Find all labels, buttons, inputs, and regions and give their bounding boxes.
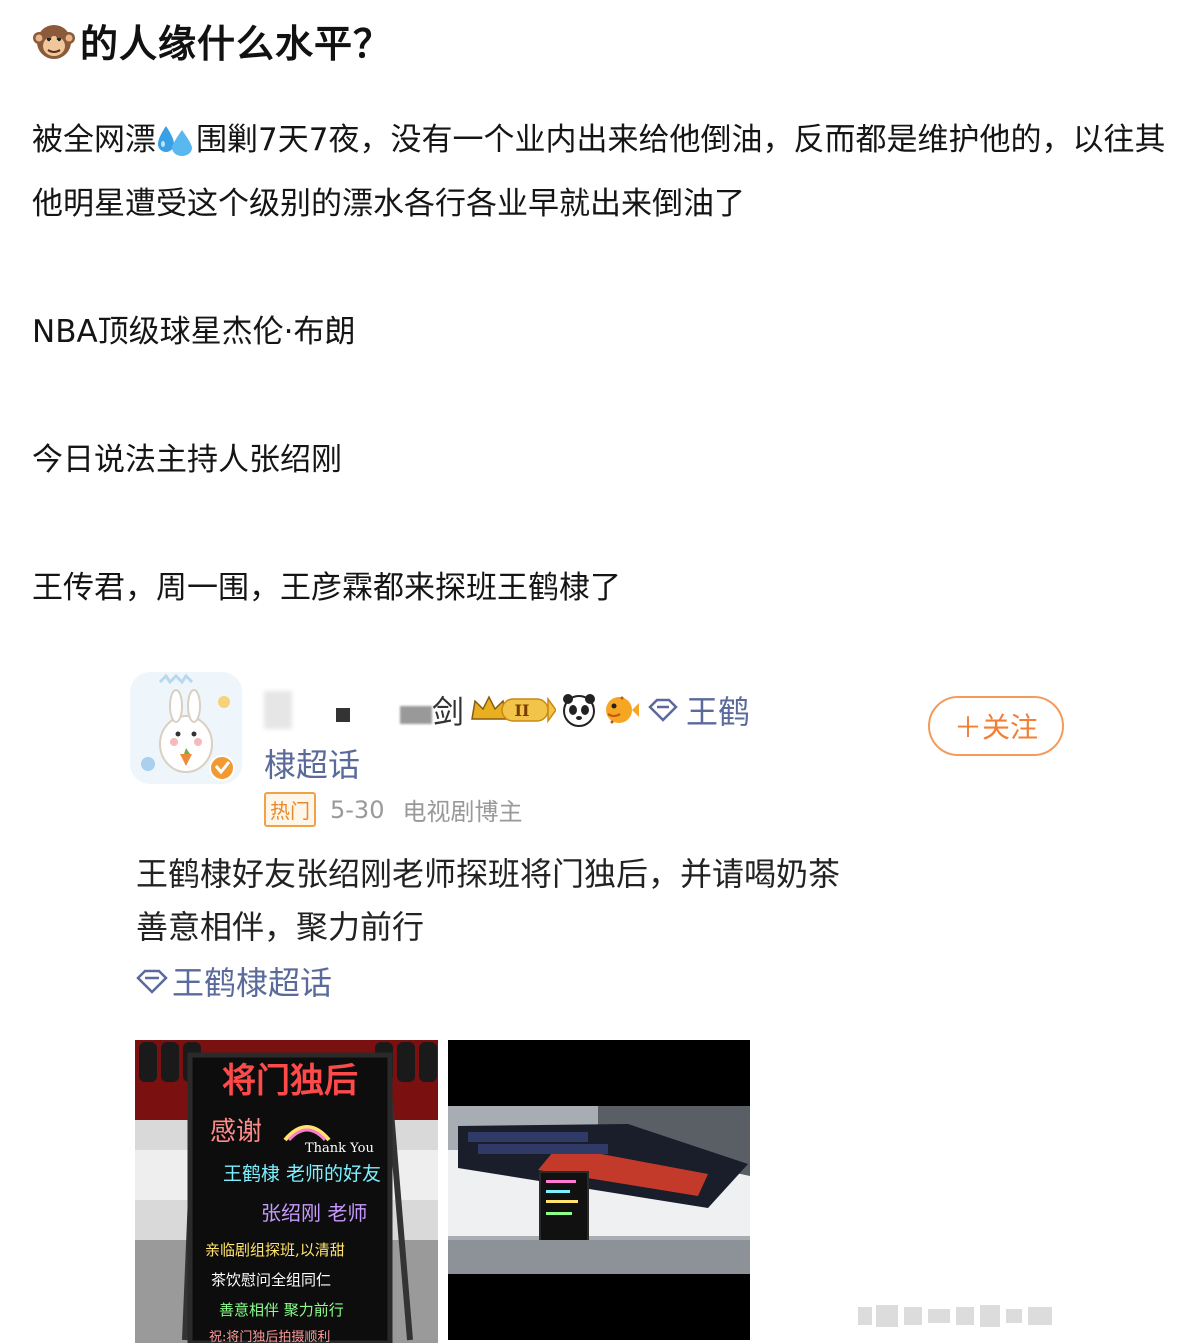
post-meta: 热门 5-30 电视剧博主 [264,792,522,827]
panda-icon [563,694,596,727]
follow-button[interactable]: ＋关注 [928,696,1064,756]
avatar [130,672,242,784]
crown-badge-icon: II [471,695,557,724]
sign-text: 张绍刚 老师 [261,1201,367,1225]
topic-link-label: 王鹤棣超话 [172,964,333,1002]
monkey-icon [33,25,75,59]
answer-paragraph-4: 王传君，周一围，王彦霖都来探班王鹤棣了 [32,570,621,606]
sweat-droplets-icon [158,126,192,156]
supertopic-link-continued[interactable]: 棣超话 [264,740,360,786]
sign-text: 祝:将门独后拍摄顺利 [209,1330,330,1343]
paragraph-text: 围剿7天7夜，没有一个业内出来给他倒油，反而都是维护他的，以往其他明星遭受这个级… [32,122,1166,222]
sign-text: 亲临剧组探班,以清甜 [205,1241,345,1259]
username-row: 剑 II 王鹤 [264,688,750,732]
sign-text: 王鹤棣 老师的好友 [223,1163,381,1185]
hot-tag: 热门 [264,792,316,827]
supertopic-diamond-icon [648,698,678,722]
post-line: 王鹤棣好友张绍刚老师探班将门独后，并请喝奶茶 [136,855,841,893]
username-visible-text: 剑 [432,693,465,731]
badge-level-text: II [515,701,530,720]
pufferfish-icon [606,696,640,724]
embedded-weibo-screenshot: 剑 II 王鹤 棣超话 ＋关注 热门 5-30 电视剧博主 王鹤棣好友张绍刚老师… [120,660,1080,1343]
post-date: 5-30 [330,795,385,824]
answer-paragraph-3: 今日说法主持人张绍刚 [32,442,342,478]
paragraph-text: 被全网漂 [32,122,156,158]
answer-paragraph-1: 被全网漂 围剿7天7夜，没有一个业内出来给他倒油，反而都是维护他的，以往其他明星… [32,108,1182,236]
topic-link[interactable]: 王鹤棣超话 [136,958,332,1004]
sign-text: 感谢 [210,1117,262,1147]
question-title: 的人缘什么水平？ [32,12,392,68]
redacted-username-part [400,706,432,724]
watermark-pixels [858,1305,1052,1327]
sign-title: 将门独后 [222,1061,358,1101]
redacted-username-part [264,691,292,729]
sign-text: 善意相伴 聚力前行 [219,1301,344,1319]
post-photo-chalkboard[interactable]: 将门独后 感谢 Thank You 王鹤棣 老师的好友 张绍刚 老师 亲临剧组探… [135,1040,438,1343]
sign-text: 茶饮慰问全组同仁 [211,1271,331,1289]
supertopic-link[interactable]: 王鹤 [686,687,750,733]
answer-paragraph-2: NBA顶级球星杰伦·布朗 [32,314,356,350]
post-photo-tea-table[interactable] [448,1040,750,1340]
redacted-username-part [336,708,350,722]
supertopic-diamond-icon [136,969,168,994]
post-line: 善意相伴，聚力前行 [136,908,425,946]
user-type: 电视剧博主 [402,798,523,826]
question-title-text: 的人缘什么水平？ [80,21,393,66]
post-text: 王鹤棣好友张绍刚老师探班将门独后，并请喝奶茶 善意相伴，聚力前行 [136,848,840,954]
sign-text: Thank You [305,1141,374,1156]
